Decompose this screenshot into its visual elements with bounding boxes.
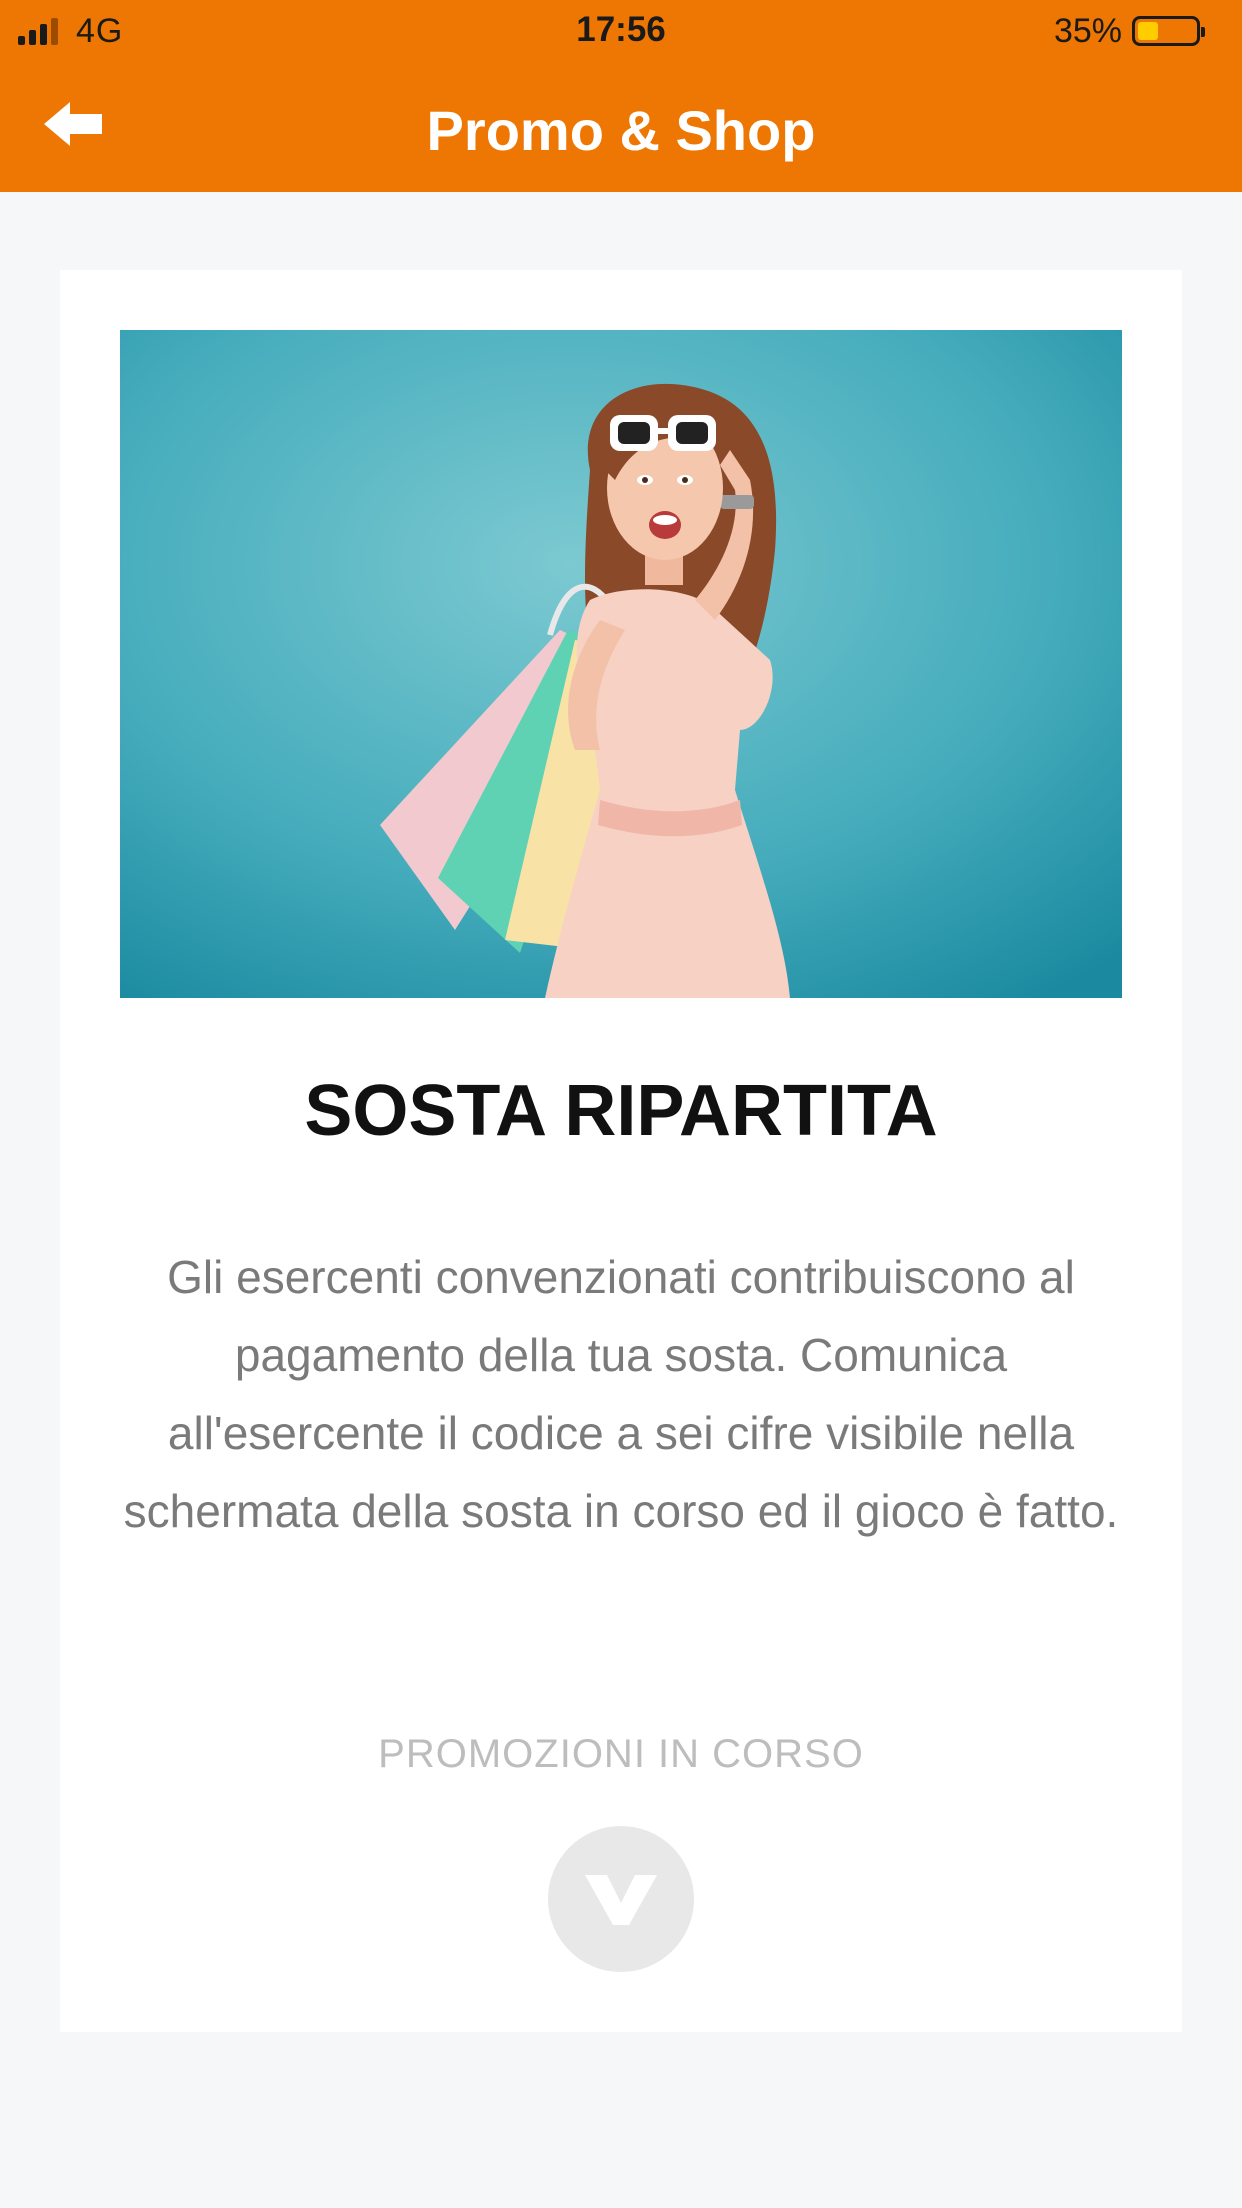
promo-description: Gli esercenti convenzionati contribuisco… [123, 1251, 1119, 1537]
promo-title: SOSTA RIPARTITA [304, 1071, 938, 1151]
chevron-down-icon [585, 1875, 657, 1925]
battery-fill [1138, 22, 1158, 40]
expand-promotions-button[interactable] [548, 1826, 694, 1972]
active-promotions-link[interactable]: PROMOZIONI IN CORSO [60, 1732, 1182, 1777]
nav-bar: Promo & Shop [0, 62, 1242, 192]
status-bar: 4G 17:56 35% [0, 0, 1242, 62]
promo-shopping-woman-image [120, 330, 1122, 998]
battery-percent: 35% [1053, 11, 1122, 50]
promo-card: SOSTA RIPARTITA Gli esercenti convenzion… [60, 270, 1182, 2032]
battery-icon [1132, 16, 1205, 46]
status-bar-right: 35% [1053, 11, 1205, 50]
page-title: Promo & Shop [426, 99, 816, 162]
promo-image [120, 330, 1122, 998]
